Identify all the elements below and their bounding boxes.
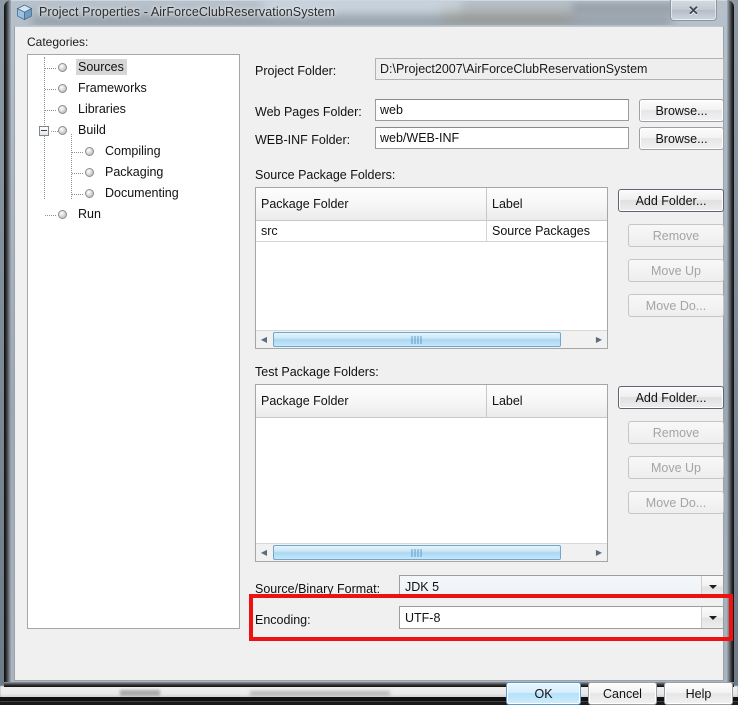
tree-node-icon-sources — [58, 63, 67, 72]
encoding-value: UTF-8 — [405, 610, 441, 625]
close-glyph: ✕ — [688, 2, 699, 18]
tree-node-icon-libraries — [58, 105, 67, 114]
sidebar-item-libraries[interactable]: Libraries — [76, 101, 129, 117]
horizontal-scrollbar[interactable]: ◀ ▶ — [256, 543, 607, 561]
sidebar-item-frameworks[interactable]: Frameworks — [76, 80, 150, 96]
sidebar-item-run[interactable]: Run — [76, 206, 104, 222]
source-package-folders-table[interactable]: Package Folder Label src Source Packages… — [255, 187, 608, 349]
ok-button[interactable]: OK — [506, 682, 581, 705]
table-header-row: Package Folder Label — [256, 188, 607, 221]
project-properties-dialog: Project Properties - AirForceClubReserva… — [4, 0, 734, 705]
table-row[interactable]: src Source Packages — [256, 221, 607, 242]
web-pages-folder-label: Web Pages Folder: — [255, 105, 362, 119]
sidebar-item-packaging[interactable]: Packaging — [103, 164, 166, 180]
column-header-package-folder[interactable]: Package Folder — [256, 188, 487, 220]
browse-web-inf-button[interactable]: Browse... — [639, 127, 724, 150]
tree-elbow — [45, 89, 56, 90]
web-inf-folder-input[interactable]: web/WEB-INF — [375, 127, 629, 149]
scroll-right-arrow-icon[interactable]: ▶ — [591, 545, 607, 561]
scrollbar-track[interactable] — [272, 332, 591, 347]
close-icon[interactable]: ✕ — [670, 0, 717, 21]
column-header-label[interactable]: Label — [487, 188, 607, 220]
tree-elbow — [72, 152, 83, 153]
source-binary-format-select[interactable]: JDK 5 — [399, 575, 724, 598]
scroll-left-arrow-icon[interactable]: ◀ — [256, 332, 272, 348]
scroll-left-arrow-icon[interactable]: ◀ — [256, 545, 272, 561]
browse-web-pages-button[interactable]: Browse... — [639, 99, 724, 122]
scrollbar-thumb[interactable] — [273, 332, 561, 347]
remove-button-source[interactable]: Remove — [628, 224, 724, 247]
tree-node-icon-run — [58, 210, 67, 219]
scrollbar-track[interactable] — [272, 545, 591, 560]
move-up-button-test[interactable]: Move Up — [628, 456, 724, 479]
window-border-left — [4, 0, 11, 687]
remove-button-test[interactable]: Remove — [628, 421, 724, 444]
table-header-row: Package Folder Label — [256, 385, 607, 418]
dialog-client-area: Categories: Sources Frameworks Libraries… — [14, 26, 733, 705]
sidebar-item-build[interactable]: Build — [76, 122, 109, 138]
scrollbar-thumb[interactable] — [273, 545, 561, 560]
source-package-folders-label: Source Package Folders: — [255, 168, 396, 182]
categories-tree[interactable]: Sources Frameworks Libraries Build Compi… — [27, 54, 240, 629]
cell-label: Source Packages — [492, 224, 590, 238]
tree-node-icon-build — [58, 126, 67, 135]
project-folder-field: D:\Project2007\AirForceClubReservationSy… — [375, 58, 724, 80]
add-folder-button-source[interactable]: Add Folder... — [618, 189, 724, 212]
move-down-button-source[interactable]: Move Do... — [628, 294, 724, 317]
column-header-package-folder[interactable]: Package Folder — [256, 385, 487, 417]
web-inf-folder-label: WEB-INF Folder: — [255, 133, 351, 147]
move-up-button-source[interactable]: Move Up — [628, 259, 724, 282]
project-box-icon — [16, 4, 33, 21]
title-bar[interactable]: Project Properties - AirForceClubReserva… — [12, 0, 726, 26]
cancel-button[interactable]: Cancel — [588, 682, 657, 705]
tree-node-icon-documenting — [85, 189, 94, 198]
cell-package-folder: src — [256, 221, 487, 241]
horizontal-scrollbar[interactable]: ◀ ▶ — [256, 330, 607, 348]
encoding-label: Encoding: — [255, 613, 311, 627]
source-binary-format-label: Source/Binary Format: — [255, 582, 381, 596]
tree-elbow — [72, 173, 83, 174]
scroll-right-arrow-icon[interactable]: ▶ — [591, 332, 607, 348]
help-button[interactable]: Help — [664, 682, 733, 705]
sidebar-item-sources[interactable]: Sources — [76, 59, 127, 75]
tree-node-icon-frameworks — [58, 84, 67, 93]
tree-elbow — [72, 194, 83, 195]
column-header-label[interactable]: Label — [487, 385, 607, 417]
move-down-button-test[interactable]: Move Do... — [628, 491, 724, 514]
tree-expander-build-icon[interactable] — [39, 126, 49, 136]
tree-node-icon-compiling — [85, 147, 94, 156]
tree-elbow — [45, 215, 56, 216]
source-binary-format-value: JDK 5 — [405, 579, 440, 594]
encoding-select[interactable]: UTF-8 — [399, 606, 724, 629]
window-border-right — [727, 0, 734, 687]
test-package-folders-table[interactable]: Package Folder Label ◀ ▶ — [255, 384, 608, 562]
tree-guide-line-build — [71, 134, 73, 199]
sidebar-item-compiling[interactable]: Compiling — [103, 143, 164, 159]
tree-elbow — [45, 68, 56, 69]
project-folder-label: Project Folder: — [255, 64, 337, 78]
window-title: Project Properties - AirForceClubReserva… — [39, 5, 336, 19]
web-pages-folder-input[interactable]: web — [375, 99, 629, 121]
chevron-down-icon[interactable] — [701, 607, 723, 628]
test-package-folders-label: Test Package Folders: — [255, 365, 379, 379]
chevron-down-icon[interactable] — [701, 576, 723, 597]
categories-label: Categories: — [27, 35, 89, 49]
add-folder-button-test[interactable]: Add Folder... — [618, 386, 724, 409]
sidebar-item-documenting[interactable]: Documenting — [103, 185, 182, 201]
tree-node-icon-packaging — [85, 168, 94, 177]
tree-elbow — [45, 110, 56, 111]
